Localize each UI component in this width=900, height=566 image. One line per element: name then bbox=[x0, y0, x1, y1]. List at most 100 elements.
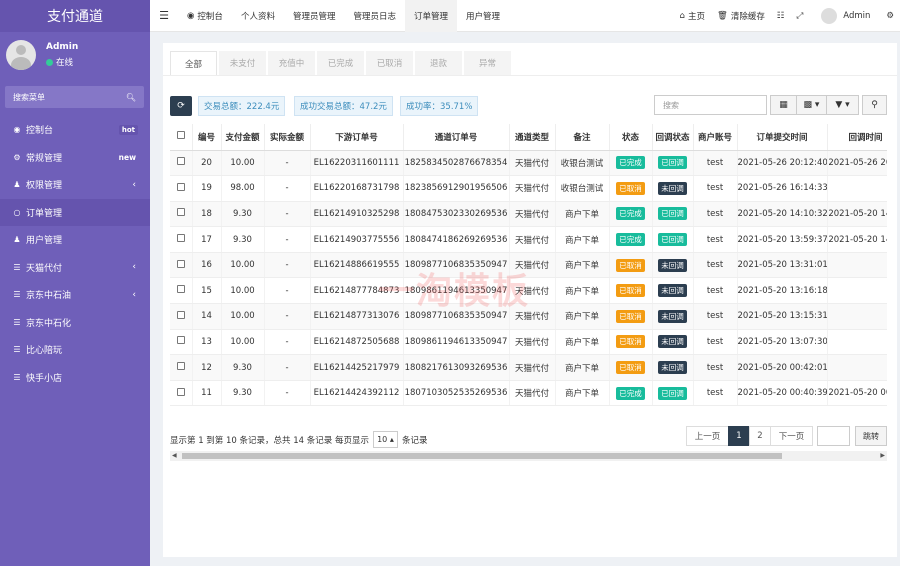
row-checkbox[interactable] bbox=[170, 355, 192, 381]
row-checkbox[interactable] bbox=[170, 176, 192, 202]
table-cell: 无 bbox=[827, 355, 887, 381]
app-logo[interactable]: 支付通道 bbox=[0, 0, 150, 32]
column-header[interactable]: 订单提交时间 bbox=[737, 124, 827, 150]
table-cell: 天猫代付 bbox=[509, 380, 555, 406]
sidebar-item[interactable]: ☰京东中石油‹ bbox=[0, 281, 150, 309]
status-tab[interactable]: 全部 bbox=[170, 51, 217, 75]
table-cell: 9.30 bbox=[221, 227, 264, 253]
next-page-button[interactable]: 下一页 bbox=[770, 426, 813, 446]
admin-menu[interactable]: Admin bbox=[809, 8, 876, 24]
row-checkbox[interactable] bbox=[170, 150, 192, 176]
table-row[interactable]: 129.30-EL1621442521797918082176130932695… bbox=[170, 355, 887, 381]
scroll-left-icon[interactable]: ◀ bbox=[172, 452, 177, 459]
column-header[interactable]: 回调状态 bbox=[652, 124, 693, 150]
row-checkbox[interactable] bbox=[170, 227, 192, 253]
horizontal-scrollbar[interactable]: ◀ ▶ bbox=[170, 451, 887, 461]
table-row[interactable]: 179.30-EL1621490377555618084741862692695… bbox=[170, 227, 887, 253]
table-row[interactable]: 1998.00-EL162201687317981823856912901956… bbox=[170, 176, 887, 202]
row-checkbox[interactable] bbox=[170, 304, 192, 330]
columns-button[interactable]: ▩ ▾ bbox=[796, 95, 827, 115]
top-tab[interactable]: ◉控制台 bbox=[178, 0, 232, 32]
table-row[interactable]: 189.30-EL1621491032529818084753023302695… bbox=[170, 201, 887, 227]
table-search-input[interactable]: 搜索 bbox=[654, 95, 767, 115]
table-cell: 商户下单 bbox=[555, 355, 609, 381]
table-cell: 天猫代付 bbox=[509, 252, 555, 278]
sidebar-item[interactable]: ♟用户管理 bbox=[0, 226, 150, 254]
fullscreen-button[interactable]: ⤢ bbox=[790, 11, 809, 21]
sidebar-item[interactable]: ◉控制台hot bbox=[0, 116, 150, 144]
row-checkbox[interactable] bbox=[170, 201, 192, 227]
table-cell: 天猫代付 bbox=[509, 201, 555, 227]
column-header[interactable]: 通道类型 bbox=[509, 124, 555, 150]
table-row[interactable]: 1410.00-EL162148773130761809877106835350… bbox=[170, 304, 887, 330]
export-button[interactable]: ▼ ▾ bbox=[826, 95, 859, 115]
table-row[interactable]: 2010.00-EL162203116011111825834502876678… bbox=[170, 150, 887, 176]
sidebar-item[interactable]: ☰天猫代付‹ bbox=[0, 254, 150, 282]
row-checkbox[interactable] bbox=[170, 380, 192, 406]
status-tab[interactable]: 已取消 bbox=[366, 51, 413, 75]
chevron-left-icon: ‹ bbox=[132, 180, 136, 190]
status-tab[interactable]: 退款 bbox=[415, 51, 462, 75]
status-tab[interactable]: 已完成 bbox=[317, 51, 364, 75]
status-tab[interactable]: 充值中 bbox=[268, 51, 315, 75]
scrollbar-thumb[interactable] bbox=[182, 453, 782, 459]
sidebar-item[interactable]: ☰快手小店 bbox=[0, 364, 150, 392]
menu-toggle-icon[interactable]: ☰ bbox=[150, 9, 178, 22]
row-checkbox[interactable] bbox=[170, 329, 192, 355]
status-badge: 已取消 bbox=[616, 361, 645, 374]
scroll-right-icon[interactable]: ▶ bbox=[880, 452, 885, 459]
column-header[interactable]: 商户账号 bbox=[693, 124, 737, 150]
page-2-button[interactable]: 2 bbox=[749, 426, 771, 446]
table-cell: - bbox=[264, 355, 310, 381]
callback-badge: 已回调 bbox=[658, 207, 687, 220]
column-header[interactable]: 编号 bbox=[192, 124, 221, 150]
search-button[interactable]: ⚲ bbox=[862, 95, 887, 115]
sidebar-item-label: 天猫代付 bbox=[26, 261, 62, 274]
toggle-view-button[interactable]: ▦ bbox=[770, 95, 797, 115]
home-link[interactable]: ⌂主页 bbox=[674, 10, 711, 22]
table-row[interactable]: 119.30-EL1621442439211218071030525352695… bbox=[170, 380, 887, 406]
top-tab[interactable]: 订单管理 bbox=[405, 0, 457, 32]
top-tab[interactable]: 管理员管理 bbox=[284, 0, 345, 32]
sidebar-item[interactable]: ☰比心陪玩 bbox=[0, 336, 150, 364]
column-header[interactable]: 实际金额 bbox=[264, 124, 310, 150]
column-header[interactable]: 回调时间 bbox=[827, 124, 887, 150]
column-header[interactable]: 支付金额 bbox=[221, 124, 264, 150]
status-tab[interactable]: 未支付 bbox=[219, 51, 266, 75]
top-tab[interactable]: 用户管理 bbox=[457, 0, 509, 32]
sidebar-item[interactable]: ⚙常规管理new bbox=[0, 144, 150, 172]
jump-page-input[interactable] bbox=[817, 426, 850, 446]
table-row[interactable]: 1610.00-EL162148866195551809877106835350… bbox=[170, 252, 887, 278]
callback-badge: 已回调 bbox=[658, 156, 687, 169]
column-header[interactable]: 备注 bbox=[555, 124, 609, 150]
clear-cache-button[interactable]: 🗑︎清除缓存 bbox=[711, 10, 771, 22]
table-row[interactable]: 1310.00-EL162148725056881809861194613350… bbox=[170, 329, 887, 355]
sidebar-item-label: 快手小店 bbox=[26, 371, 62, 384]
translate-button[interactable]: ☷ bbox=[771, 11, 791, 21]
page-size-select[interactable]: 10 ▴ bbox=[373, 431, 398, 448]
table-cell: 无 bbox=[827, 278, 887, 304]
row-checkbox[interactable] bbox=[170, 252, 192, 278]
jump-button[interactable]: 跳转 bbox=[855, 426, 887, 446]
column-header[interactable]: 通道订单号 bbox=[403, 124, 509, 150]
row-checkbox[interactable] bbox=[170, 278, 192, 304]
table-cell: - bbox=[264, 176, 310, 202]
sidebar-item[interactable]: ☰京东中石化 bbox=[0, 309, 150, 337]
select-all-checkbox[interactable] bbox=[170, 124, 192, 150]
column-header[interactable]: 下游订单号 bbox=[310, 124, 403, 150]
success-amount-stat: 成功交易总额：47.2元 bbox=[294, 96, 393, 116]
page-1-button[interactable]: 1 bbox=[728, 426, 750, 446]
top-tab[interactable]: 个人资料 bbox=[232, 0, 284, 32]
top-tab[interactable]: 管理员日志 bbox=[344, 0, 405, 32]
table-row[interactable]: 1510.00-EL162148777848731809861194613350… bbox=[170, 278, 887, 304]
table-cell: 9.30 bbox=[221, 380, 264, 406]
prev-page-button[interactable]: 上一页 bbox=[686, 426, 729, 446]
settings-button[interactable]: ⚙ bbox=[876, 11, 900, 21]
sidebar-item[interactable]: ♟权限管理‹ bbox=[0, 171, 150, 199]
status-tab[interactable]: 异常 bbox=[464, 51, 511, 75]
menu-search-input[interactable]: 搜索菜单 🔍︎ bbox=[5, 86, 144, 108]
refresh-button[interactable]: ⟳ bbox=[170, 96, 192, 116]
column-header[interactable]: 状态 bbox=[609, 124, 652, 150]
sidebar-item[interactable]: ○订单管理 bbox=[0, 199, 150, 227]
table-cell: 18 bbox=[192, 201, 221, 227]
